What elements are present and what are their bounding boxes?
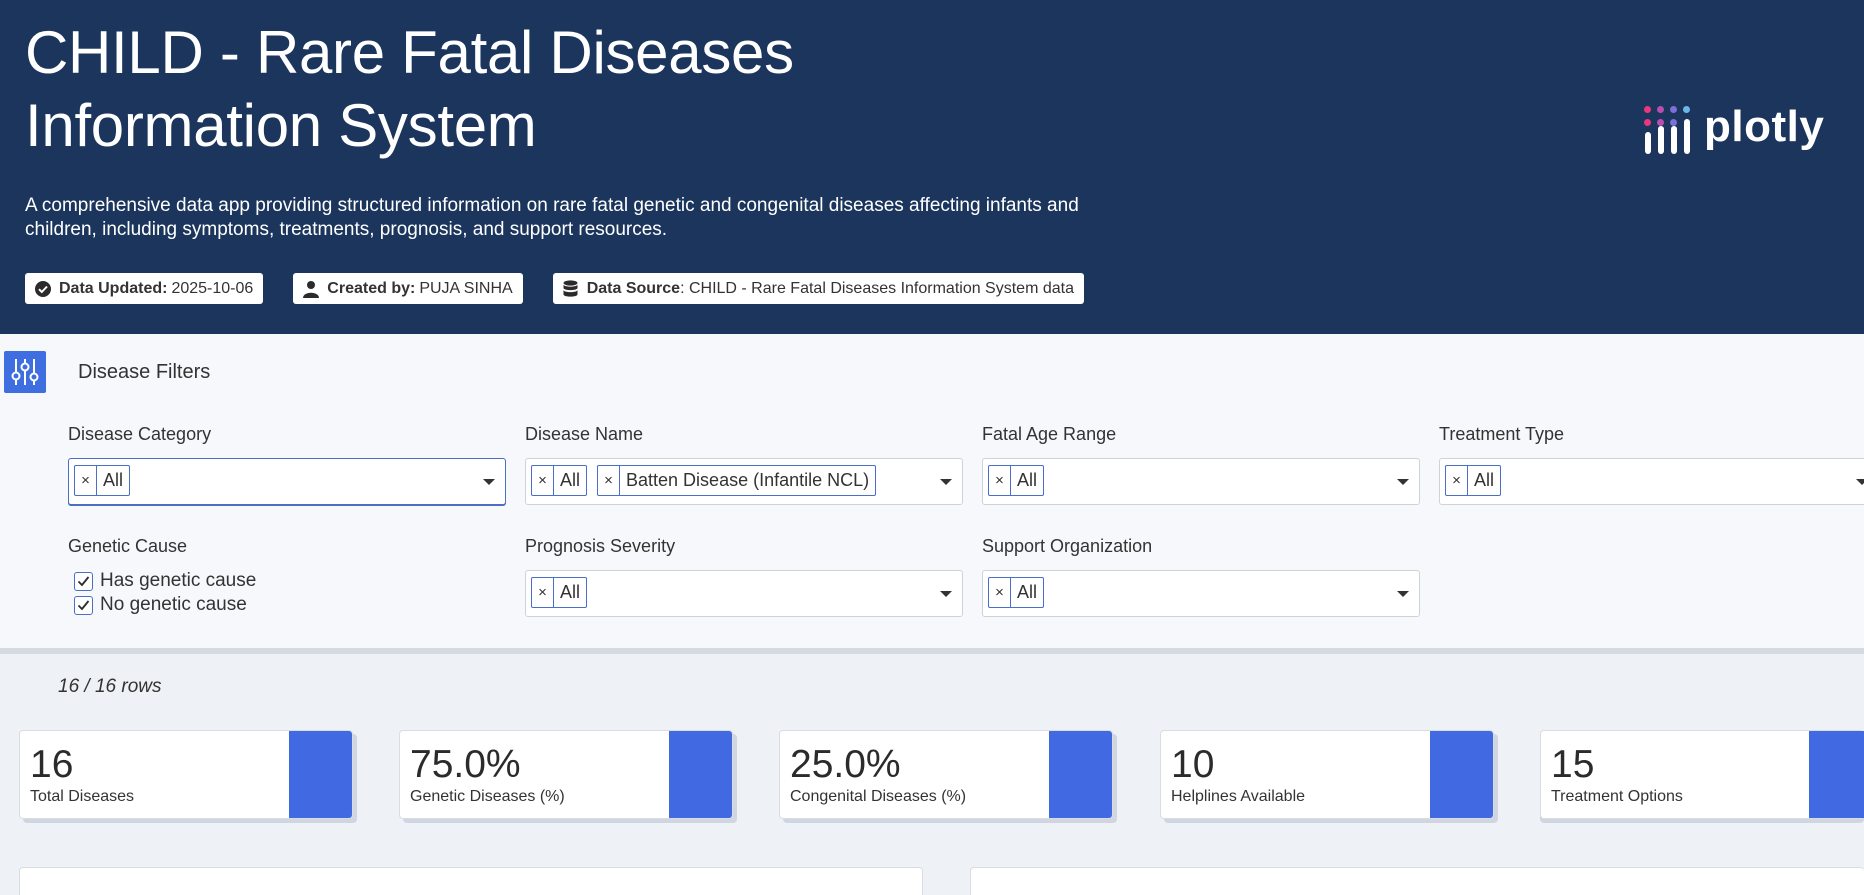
treatment-type-dropdown[interactable]: × All (1439, 458, 1864, 505)
chip-remove-icon[interactable]: × (1446, 466, 1468, 495)
badge-label: Created by: (327, 279, 416, 297)
badge-value: : CHILD - Rare Fatal Diseases Informatio… (680, 279, 1074, 297)
chip-remove-icon[interactable]: × (532, 466, 554, 495)
badge-value: PUJA SINHA (419, 279, 513, 297)
fatal-age-range-dropdown[interactable]: × All (982, 458, 1420, 505)
page-subtitle: A comprehensive data app providing struc… (25, 195, 1079, 240)
disease-category-label: Disease Category (68, 424, 212, 444)
stat-label: Congenital Diseases (%) (790, 788, 967, 805)
chip-label: All (1017, 582, 1038, 602)
badge-label: Data Source (586, 279, 681, 297)
chip-label: All (560, 582, 581, 602)
chip-label: Batten Disease (Infantile NCL) (626, 470, 870, 490)
support-organization-label: Support Organization (982, 536, 1153, 556)
stat-label: Helplines Available (1171, 788, 1306, 805)
filters-divider (0, 648, 1864, 654)
support-organization-dropdown[interactable]: × All (982, 570, 1420, 617)
chip-all: × All (988, 465, 1045, 496)
filter-toggle-button[interactable] (4, 351, 46, 393)
chip-all: × All (74, 465, 131, 496)
badge-value: 2025-10-06 (171, 279, 254, 297)
disease-name-dropdown[interactable]: × All × Batten Disease (Infantile NCL) (525, 458, 963, 505)
prognosis-severity-dropdown[interactable]: × All (525, 570, 963, 617)
user-icon (302, 280, 320, 298)
checkbox-checked-icon[interactable] (74, 571, 93, 591)
sliders-icon (11, 359, 39, 385)
stat-accent (289, 731, 352, 818)
plotly-logo-text: plotly (1704, 102, 1825, 151)
fatal-age-range-label: Fatal Age Range (982, 424, 1117, 444)
genetic-cause-label: Genetic Cause (68, 536, 188, 556)
stat-accent (1809, 731, 1864, 818)
chevron-down-icon[interactable] (1397, 591, 1409, 597)
chevron-down-icon[interactable] (1397, 479, 1409, 485)
rows-count: 16 / 16 rows (58, 676, 162, 697)
created-by-badge: Created by: PUJA SINHA (293, 273, 523, 304)
chip-remove-icon[interactable]: × (989, 578, 1011, 607)
data-updated-badge: Data Updated: 2025-10-06 (25, 273, 264, 304)
stat-label: Total Diseases (30, 788, 135, 805)
checkbox-label: No genetic cause (100, 594, 247, 615)
prognosis-severity-label: Prognosis Severity (525, 536, 676, 556)
stat-accent (1049, 731, 1112, 818)
app-header: CHILD - Rare Fatal Diseases Information … (0, 0, 1864, 334)
badge-label: Data Updated: (59, 279, 168, 297)
data-source-badge: Data Source : CHILD - Rare Fatal Disease… (552, 273, 1084, 304)
chip-batten-disease: × Batten Disease (Infantile NCL) (597, 465, 877, 496)
stat-card-congenital-diseases: 25.0% Congenital Diseases (%) (779, 730, 1113, 819)
stat-value: 75.0% (410, 743, 521, 786)
chevron-down-icon[interactable] (1856, 479, 1864, 485)
stat-value: 10 (1171, 743, 1215, 786)
chevron-down-icon[interactable] (483, 479, 495, 485)
check-circle-icon (34, 280, 52, 298)
stat-accent (669, 731, 732, 818)
stat-value: 15 (1551, 743, 1595, 786)
chip-remove-icon[interactable]: × (532, 578, 554, 607)
stat-card-helplines: 10 Helplines Available (1160, 730, 1494, 819)
stat-label: Treatment Options (1551, 788, 1683, 805)
stat-card-treatment-options: 15 Treatment Options (1540, 730, 1864, 819)
no-genetic-cause-option[interactable]: No genetic cause (74, 594, 247, 616)
chip-all: × All (531, 577, 588, 608)
disease-category-dropdown[interactable]: × All (68, 458, 506, 505)
chip-label: All (1474, 470, 1495, 490)
info-badges: Data Updated: 2025-10-06 Created by: PUJ… (25, 273, 1084, 304)
chip-all: × All (1445, 465, 1502, 496)
plotly-logo: plotly (1644, 102, 1825, 158)
stat-card-genetic-diseases: 75.0% Genetic Diseases (%) (399, 730, 733, 819)
has-genetic-cause-option[interactable]: Has genetic cause (74, 570, 256, 592)
chip-all: × All (531, 465, 588, 496)
stat-accent (1430, 731, 1493, 818)
chip-remove-icon[interactable]: × (598, 466, 621, 495)
chip-label: All (1017, 470, 1038, 490)
page-title: CHILD - Rare Fatal Diseases Information … (25, 19, 794, 159)
plotly-logo-mark (1644, 104, 1694, 158)
checkbox-label: Has genetic cause (100, 570, 257, 591)
chevron-down-icon[interactable] (940, 591, 952, 597)
chip-remove-icon[interactable]: × (75, 466, 97, 495)
chart-panel-right (970, 867, 1864, 895)
chevron-down-icon[interactable] (940, 479, 952, 485)
stat-label: Genetic Diseases (%) (410, 788, 565, 805)
filters-title: Disease Filters (78, 361, 211, 383)
chip-label: All (560, 470, 581, 490)
stat-card-total-diseases: 16 Total Diseases (19, 730, 353, 819)
chip-all: × All (988, 577, 1045, 608)
chip-remove-icon[interactable]: × (989, 466, 1011, 495)
database-icon (562, 279, 580, 298)
disease-name-label: Disease Name (525, 424, 644, 444)
treatment-type-label: Treatment Type (1439, 424, 1565, 444)
stat-value: 25.0% (790, 743, 901, 786)
checkbox-checked-icon[interactable] (74, 595, 93, 615)
chip-label: All (103, 470, 124, 490)
stat-value: 16 (30, 743, 74, 786)
chart-panel-left (19, 867, 923, 895)
